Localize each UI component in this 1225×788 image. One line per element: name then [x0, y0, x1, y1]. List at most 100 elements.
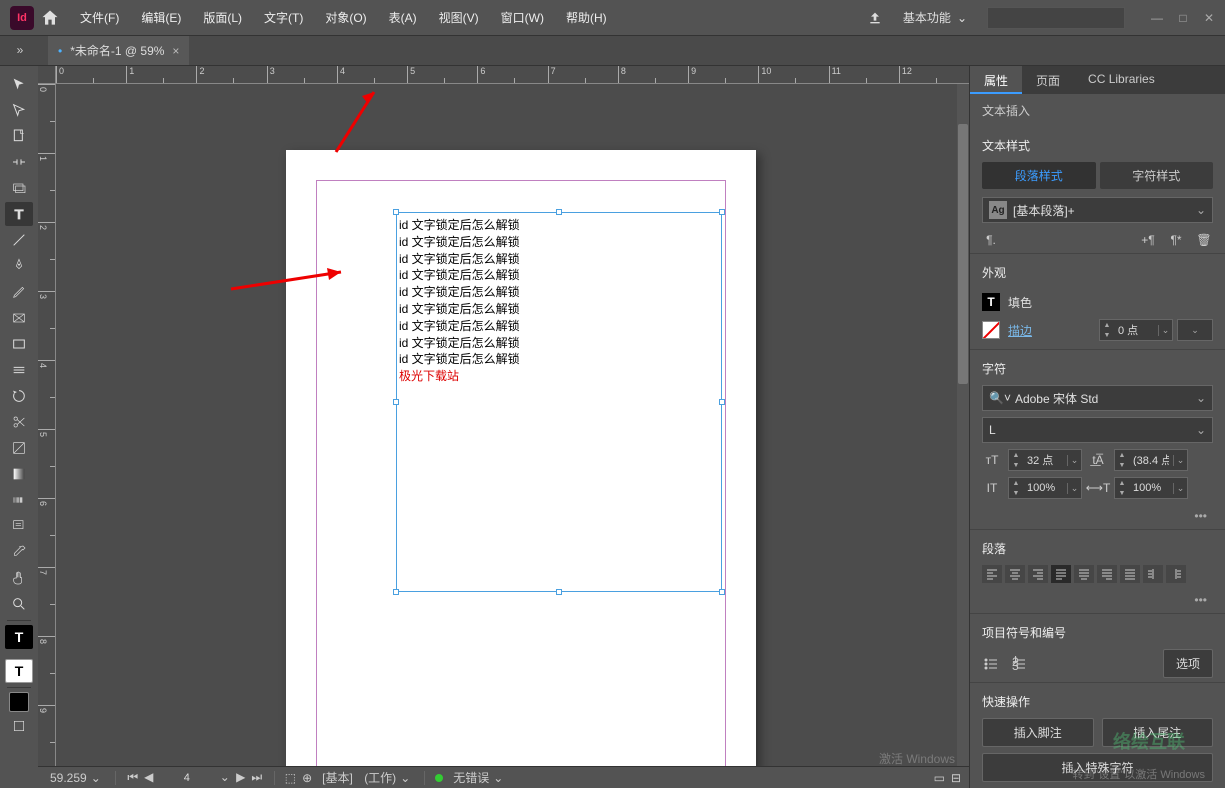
- align-center[interactable]: [1005, 565, 1025, 583]
- stroke-weight-stepper[interactable]: ▲▼ ⌄: [1099, 319, 1173, 341]
- frame-handle[interactable]: [393, 589, 399, 595]
- insert-endnote-button[interactable]: 插入尾注: [1102, 718, 1214, 747]
- layer-status[interactable]: [基本] (工作)⌄: [318, 769, 414, 786]
- document-tab[interactable]: • *未命名-1 @ 59% ×: [48, 36, 189, 65]
- font-size-stepper[interactable]: ▲▼⌄: [1008, 449, 1082, 471]
- menu-file[interactable]: 文件(F): [70, 3, 129, 32]
- rotate-tool[interactable]: [5, 384, 33, 408]
- line-tool[interactable]: [5, 228, 33, 252]
- tab-pages[interactable]: 页面: [1022, 66, 1074, 94]
- stroke-label[interactable]: 描边: [1008, 322, 1032, 339]
- align-away-spine[interactable]: [1166, 565, 1186, 583]
- hscale-stepper[interactable]: ▲▼⌄: [1114, 477, 1188, 499]
- vscale-stepper[interactable]: ▲▼⌄: [1008, 477, 1082, 499]
- structure-nav-icon[interactable]: ⬚: [285, 771, 296, 785]
- close-button[interactable]: ✕: [1197, 8, 1221, 28]
- menu-text[interactable]: 文字(T): [254, 3, 313, 32]
- menu-window[interactable]: 窗口(W): [491, 3, 554, 32]
- selection-tool[interactable]: [5, 72, 33, 96]
- tab-properties[interactable]: 属性: [970, 66, 1022, 94]
- paragraph-styles-tab[interactable]: 段落样式: [982, 162, 1096, 189]
- scrollbar-thumb[interactable]: [958, 124, 968, 384]
- more-options-icon[interactable]: •••: [1188, 591, 1213, 609]
- tab-close-icon[interactable]: ×: [172, 44, 179, 58]
- open-bridge-icon[interactable]: ⊕: [302, 771, 312, 785]
- justify-center[interactable]: [1074, 565, 1094, 583]
- type-tool[interactable]: [5, 202, 33, 226]
- eyedropper-tool[interactable]: [5, 540, 33, 564]
- align-right[interactable]: [1028, 565, 1048, 583]
- gap-tool[interactable]: [5, 150, 33, 174]
- frame-handle[interactable]: [556, 589, 562, 595]
- first-page-icon[interactable]: ⏮: [126, 770, 140, 785]
- content-collector-tool[interactable]: [5, 176, 33, 200]
- insert-footnote-button[interactable]: 插入脚注: [982, 718, 1094, 747]
- note-tool[interactable]: [5, 514, 33, 538]
- vertical-ruler[interactable]: 0123456789: [38, 84, 56, 774]
- justify-all[interactable]: [1120, 565, 1140, 583]
- stroke-swatch[interactable]: [982, 321, 1000, 339]
- menu-edit[interactable]: 编辑(E): [131, 3, 191, 32]
- free-transform-tool[interactable]: [5, 358, 33, 382]
- zoom-tool[interactable]: [5, 592, 33, 616]
- vertical-scrollbar[interactable]: [957, 84, 969, 774]
- menu-table[interactable]: 表(A): [379, 3, 427, 32]
- page-dropdown-icon[interactable]: ⌄: [218, 770, 232, 785]
- home-icon[interactable]: [40, 8, 60, 28]
- insert-special-char-button[interactable]: 插入特殊字符: [982, 753, 1213, 782]
- minimize-button[interactable]: ―: [1145, 8, 1169, 28]
- view-mode-toggle[interactable]: [5, 714, 33, 738]
- menu-object[interactable]: 对象(O): [315, 3, 376, 32]
- paragraph-style-dropdown[interactable]: Ag [基本段落]+ ⌄: [982, 197, 1213, 223]
- share-icon[interactable]: [867, 10, 883, 26]
- page-tool[interactable]: [5, 124, 33, 148]
- prev-page-icon[interactable]: ◀: [142, 770, 156, 785]
- direct-selection-tool[interactable]: [5, 98, 33, 122]
- para-style-icon[interactable]: ¶.: [982, 231, 1000, 249]
- rectangle-tool[interactable]: [5, 332, 33, 356]
- screen-mode-icon[interactable]: ▭: [934, 771, 945, 785]
- last-page-icon[interactable]: ⏭: [250, 770, 264, 785]
- frame-handle[interactable]: [719, 589, 725, 595]
- character-styles-tab[interactable]: 字符样式: [1100, 162, 1214, 189]
- format-text-default[interactable]: T: [5, 659, 33, 683]
- align-toward-spine[interactable]: [1143, 565, 1163, 583]
- menu-view[interactable]: 视图(V): [429, 3, 489, 32]
- apply-color[interactable]: [9, 692, 29, 712]
- frame-handle[interactable]: [393, 399, 399, 405]
- preflight-status[interactable]: 无错误⌄: [449, 769, 507, 786]
- frame-handle[interactable]: [556, 209, 562, 215]
- frame-handle[interactable]: [719, 209, 725, 215]
- justify-right[interactable]: [1097, 565, 1117, 583]
- gradient-feather-tool[interactable]: [5, 462, 33, 486]
- delete-style-icon[interactable]: 🗑: [1195, 231, 1213, 249]
- canvas[interactable]: id 文字锁定后怎么解锁 id 文字锁定后怎么解锁 id 文字锁定后怎么解锁 i…: [56, 84, 969, 774]
- scissors-tool[interactable]: [5, 410, 33, 434]
- stroke-type-dropdown[interactable]: ⌄: [1177, 319, 1213, 341]
- swap-fill-stroke[interactable]: [5, 651, 33, 657]
- frame-handle[interactable]: [719, 399, 725, 405]
- numbering-icon[interactable]: 123: [1010, 655, 1028, 673]
- maximize-button[interactable]: □: [1171, 8, 1195, 28]
- fill-swatch[interactable]: T: [982, 293, 1000, 311]
- tab-cc-libraries[interactable]: CC Libraries: [1074, 66, 1169, 94]
- text-frame-content[interactable]: id 文字锁定后怎么解锁 id 文字锁定后怎么解锁 id 文字锁定后怎么解锁 i…: [397, 213, 721, 389]
- fill-proxy[interactable]: T: [5, 625, 33, 649]
- search-input[interactable]: [987, 7, 1125, 29]
- leading-stepper[interactable]: ▲▼⌄: [1114, 449, 1188, 471]
- pen-tool[interactable]: [5, 254, 33, 278]
- menu-layout[interactable]: 版面(L): [193, 3, 252, 32]
- pencil-tool[interactable]: [5, 280, 33, 304]
- align-left[interactable]: [982, 565, 1002, 583]
- bullets-icon[interactable]: [982, 655, 1000, 673]
- hand-tool[interactable]: [5, 566, 33, 590]
- menu-help[interactable]: 帮助(H): [556, 3, 617, 32]
- new-style-icon[interactable]: +¶: [1139, 231, 1157, 249]
- clear-override-icon[interactable]: ¶*: [1167, 231, 1185, 249]
- color-theme-tool[interactable]: [5, 488, 33, 512]
- justify-left[interactable]: [1051, 565, 1071, 583]
- horizontal-ruler[interactable]: 0123456789101112: [56, 66, 969, 84]
- font-family-dropdown[interactable]: 🔍˅ Adobe 宋体 Std ⌄: [982, 385, 1213, 411]
- zoom-level-dropdown[interactable]: 59.259⌄: [46, 771, 105, 785]
- font-weight-dropdown[interactable]: L ⌄: [982, 417, 1213, 443]
